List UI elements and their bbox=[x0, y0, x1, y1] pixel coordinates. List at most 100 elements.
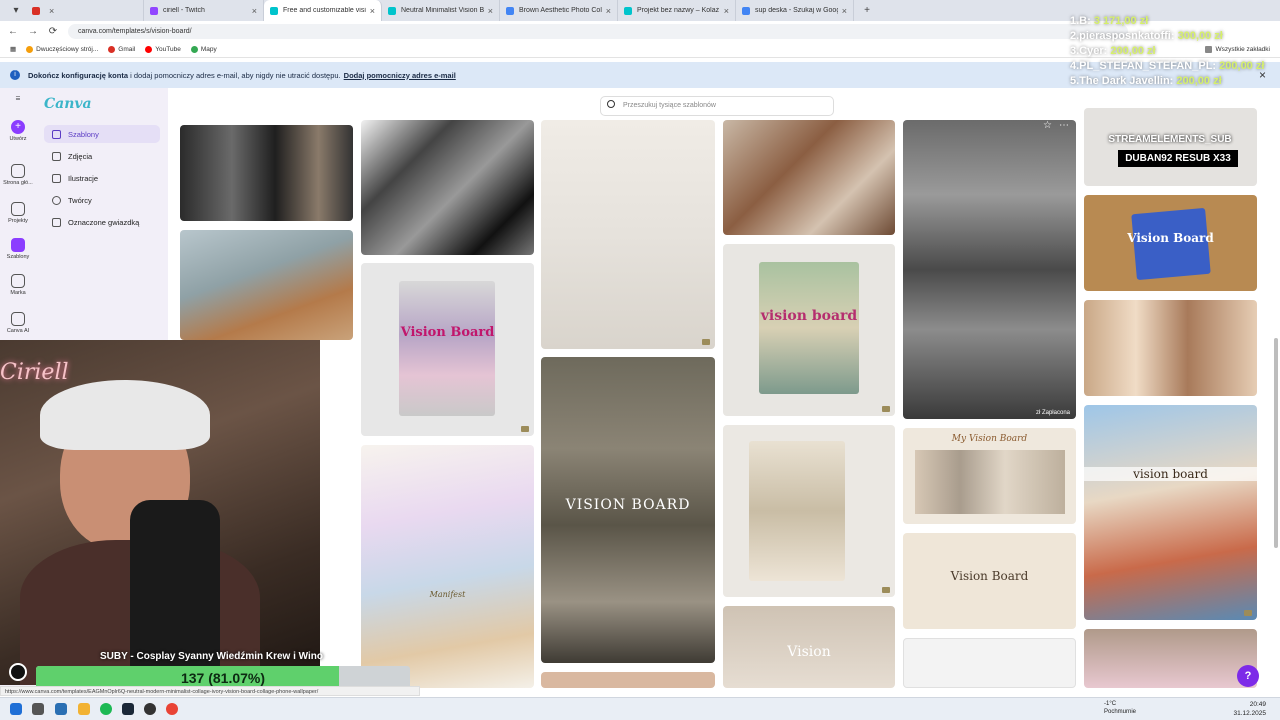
panel-item-illustrations[interactable]: Ilustracje bbox=[44, 169, 160, 187]
template-card[interactable]: My Vision Board bbox=[903, 428, 1076, 524]
chrome-icon[interactable] bbox=[166, 703, 178, 715]
templates-icon bbox=[11, 238, 25, 252]
projects-button[interactable]: Projekty bbox=[0, 202, 36, 224]
template-card[interactable] bbox=[180, 230, 353, 340]
tab-search-icon[interactable]: ▾ bbox=[6, 5, 26, 16]
maps-icon bbox=[190, 45, 198, 53]
canva-icon bbox=[388, 6, 396, 15]
templates-icon bbox=[52, 129, 61, 139]
home-button[interactable]: Strona głó... bbox=[0, 164, 36, 186]
bookmark-strój[interactable]: Dwuczęściowy strój... bbox=[26, 45, 98, 53]
goal-avatar bbox=[9, 663, 27, 681]
illustration-icon bbox=[52, 173, 61, 183]
template-card[interactable]: VISION BOARD bbox=[541, 357, 715, 663]
template-card[interactable] bbox=[180, 125, 353, 221]
template-card[interactable]: Manifest bbox=[361, 445, 534, 688]
close-tab-icon[interactable]: × bbox=[49, 6, 54, 16]
file-explorer-icon[interactable] bbox=[78, 703, 90, 715]
canva-logo[interactable]: Canva bbox=[44, 96, 92, 112]
canva-icon bbox=[624, 6, 632, 15]
new-tab-button[interactable]: + bbox=[860, 5, 874, 16]
webcam-feed: Ciriell bbox=[0, 340, 320, 685]
spotify-icon[interactable] bbox=[100, 703, 112, 715]
star-icon[interactable]: ☆ bbox=[1043, 120, 1052, 131]
clock[interactable]: 20:49 31.12.2025 bbox=[1233, 700, 1266, 718]
template-search-input[interactable]: Przeszukuj tysiące szablonów bbox=[600, 96, 834, 116]
tab-twitch[interactable]: ciriell - Twitch × bbox=[144, 0, 264, 21]
photo-icon bbox=[52, 151, 61, 161]
forward-icon[interactable]: → bbox=[26, 26, 40, 37]
close-tab-icon[interactable]: × bbox=[252, 6, 257, 16]
tab-projekt[interactable]: Projekt bez nazwy – Kolaż ze zd× bbox=[618, 0, 736, 21]
scrollbar[interactable] bbox=[1274, 338, 1278, 548]
creator-icon bbox=[52, 195, 61, 205]
bookmark-maps[interactable]: Mapy bbox=[190, 45, 217, 53]
tab-canva-neutral[interactable]: Neutral Minimalist Vision Boar× bbox=[382, 0, 500, 21]
neon-sign: Ciriell bbox=[0, 360, 69, 385]
close-tab-icon[interactable]: × bbox=[724, 6, 729, 16]
template-card[interactable]: Vision Board bbox=[361, 263, 534, 436]
tab-google[interactable]: sup deska - Szukaj w Google × bbox=[736, 0, 854, 21]
help-button[interactable]: ? bbox=[1237, 665, 1259, 687]
close-tab-icon[interactable]: × bbox=[370, 6, 375, 16]
menu-icon[interactable]: ☰ bbox=[0, 96, 36, 102]
reload-icon[interactable]: ⟳ bbox=[46, 26, 60, 37]
panel-item-photos[interactable]: Zdjęcia bbox=[44, 147, 160, 165]
panel-item-starred[interactable]: Oznaczone gwiazdką bbox=[44, 213, 160, 231]
gmail-icon bbox=[108, 45, 116, 53]
tab-gmail[interactable]: × bbox=[26, 0, 144, 21]
template-card[interactable] bbox=[723, 120, 895, 235]
windows-start-icon[interactable] bbox=[10, 703, 22, 715]
template-card[interactable]: vision board bbox=[1084, 405, 1257, 620]
task-view-icon[interactable] bbox=[55, 703, 67, 715]
ranking-row: 4.PL_STEFAN_STEFAN_PL: 200,00 zł bbox=[1070, 60, 1265, 72]
more-options-icon[interactable]: ⋯ bbox=[1059, 120, 1069, 131]
folder-icon bbox=[11, 202, 25, 216]
add-email-link[interactable]: Dodaj pomocniczy adres e-mail bbox=[344, 71, 456, 80]
template-card[interactable] bbox=[1084, 300, 1257, 396]
template-card[interactable] bbox=[1084, 108, 1257, 186]
bookmark-icon bbox=[26, 45, 34, 53]
steam-icon[interactable] bbox=[122, 703, 134, 715]
tab-canva-active[interactable]: Free and customizable vision b× bbox=[264, 0, 382, 21]
ranking-row: 3.Cyer: 200,00 zł bbox=[1070, 45, 1156, 57]
template-card[interactable]: vision board bbox=[723, 244, 895, 416]
close-tab-icon[interactable]: × bbox=[842, 6, 847, 16]
sub-alert-label: STREAMELEMENTS_SUB bbox=[1108, 134, 1232, 145]
premium-crown-icon bbox=[882, 406, 890, 412]
template-card[interactable] bbox=[541, 120, 715, 349]
panel-item-templates[interactable]: Szablony bbox=[44, 125, 160, 143]
search-icon[interactable] bbox=[32, 703, 44, 715]
canva-icon bbox=[270, 6, 278, 15]
sub-alert-banner: DUBAN92 RESUB X33 bbox=[1118, 150, 1238, 167]
template-card[interactable]: Vision Board bbox=[1084, 195, 1257, 291]
brand-button[interactable]: Marka bbox=[0, 274, 36, 296]
template-card[interactable] bbox=[541, 672, 715, 688]
tab-brown-collage[interactable]: Brown Aesthetic Photo Collage× bbox=[500, 0, 618, 21]
donation-ranking: 1.B: 3 171,00 zł 2.pierasposnkatoffi: 30… bbox=[1070, 14, 1280, 89]
template-card[interactable] bbox=[361, 120, 534, 255]
premium-crown-icon bbox=[521, 426, 529, 432]
template-card[interactable] bbox=[903, 638, 1076, 688]
apps-icon[interactable]: ▦ bbox=[10, 45, 16, 53]
panel-item-creators[interactable]: Twórcy bbox=[44, 191, 160, 209]
url-field[interactable]: canva.com/templates/s/vision-board/ bbox=[68, 23, 1128, 39]
doc-icon bbox=[506, 6, 514, 15]
obs-icon[interactable] bbox=[144, 703, 156, 715]
bookmark-gmail[interactable]: Gmail bbox=[108, 45, 135, 53]
templates-button[interactable]: Szablony bbox=[0, 238, 36, 260]
back-icon[interactable]: ← bbox=[6, 26, 20, 37]
template-card[interactable]: Vision bbox=[723, 606, 895, 688]
close-tab-icon[interactable]: × bbox=[606, 6, 611, 16]
premium-crown-icon bbox=[1244, 610, 1252, 616]
template-card[interactable]: ☆ ⋯ zł Zapłacona bbox=[903, 120, 1076, 419]
template-card[interactable] bbox=[1084, 629, 1257, 688]
bookmark-youtube[interactable]: YouTube bbox=[145, 45, 181, 53]
template-card[interactable]: Vision Board bbox=[903, 533, 1076, 629]
ranking-row: 2.pierasposnkatoffi: 300,00 zł bbox=[1070, 30, 1223, 42]
canva-ai-button[interactable]: Canva AI bbox=[0, 312, 36, 334]
weather-widget[interactable]: -1°C Pochmurnie bbox=[1104, 700, 1136, 716]
create-button[interactable]: + Utwórz bbox=[0, 120, 36, 142]
close-tab-icon[interactable]: × bbox=[488, 6, 493, 16]
template-card[interactable] bbox=[723, 425, 895, 597]
